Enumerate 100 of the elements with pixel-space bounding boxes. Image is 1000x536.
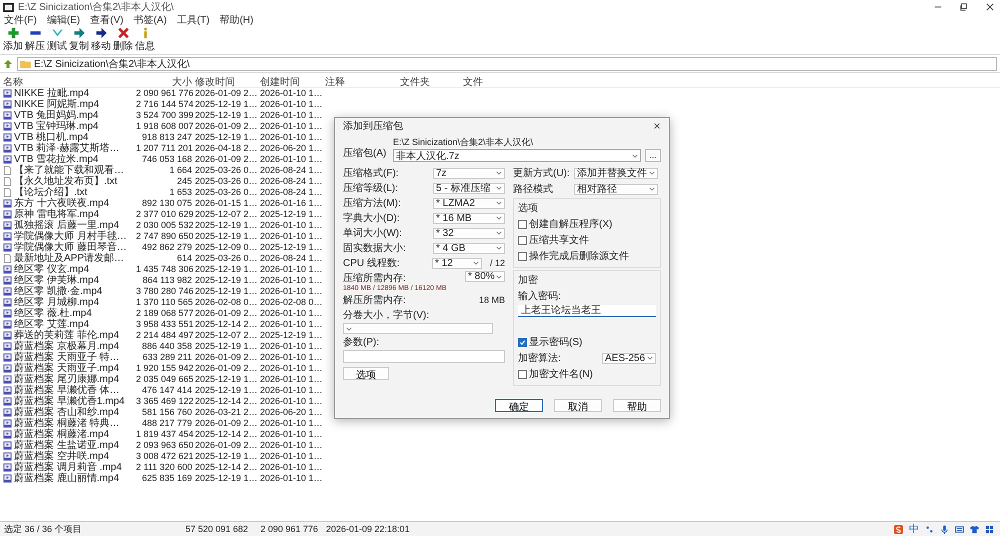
shirt-icon[interactable] (970, 524, 979, 534)
file-name[interactable]: 最新地址及APP请发邮… (3, 253, 133, 264)
up-folder-icon[interactable] (3, 58, 13, 68)
path-text: E:\Z Sinicization\合集2\非本人汉化\ (393, 136, 534, 149)
file-name[interactable]: 蔚蓝档案 杏山和纱.mp4 (3, 407, 133, 418)
dropdown[interactable]: * 32 (433, 228, 505, 238)
file-name[interactable]: 孤独摇滚 后藤一里.mp4 (3, 220, 133, 231)
file-name[interactable]: 绝区零 月城柳.mp4 (3, 297, 133, 308)
toolbar-button[interactable]: 解压 (24, 26, 46, 54)
file-name[interactable]: 蔚蓝档案 鹿山丽情.mp4 (3, 473, 133, 484)
menu-item[interactable]: 查看(V) (90, 13, 124, 27)
file-name[interactable]: VTB 宝钟玛琳.mp4 (3, 121, 133, 132)
field-label: 压缩方法(M): (343, 196, 402, 210)
toolbar-button[interactable]: 信息 (134, 26, 156, 54)
grid-icon[interactable] (985, 524, 994, 534)
input-method-icon[interactable] (894, 524, 903, 534)
column-header[interactable]: 大小 (136, 75, 192, 89)
file-name[interactable]: NIKKE 阿妮斯.mp4 (3, 99, 133, 110)
table-cell: 2026-01-10 1… (260, 429, 322, 440)
file-name[interactable]: 东方 十六夜咲夜.mp4 (3, 198, 133, 209)
file-name[interactable]: 蔚蓝档案 桐藤渚.mp4 (3, 429, 133, 440)
dropdown[interactable]: * 16 MB (433, 212, 505, 224)
file-name[interactable]: 蔚蓝档案 空井咲.mp4 (3, 451, 133, 462)
dropdown[interactable]: 添加并替换文件 (574, 168, 658, 178)
file-name[interactable]: 蔚蓝档案 早濑优香1.mp4 (3, 396, 133, 407)
file-name[interactable]: VTB 雪花拉米.mp4 (3, 154, 133, 165)
archive-name-field[interactable]: 非本人汉化.7z (393, 149, 641, 162)
file-name[interactable]: VTB 兔田妈妈.mp4 (3, 110, 133, 121)
file-name[interactable]: 绝区零 伊芙琳.mp4 (3, 275, 133, 286)
file-name[interactable]: VTB 莉泽·赫露艾斯塔… (3, 143, 133, 154)
browse-button[interactable]: ... (645, 149, 661, 162)
column-header[interactable]: 文件夹 (400, 75, 460, 89)
file-name[interactable]: 蔚蓝档案 生盐诺亚.mp4 (3, 440, 133, 451)
column-header[interactable]: 名称 (3, 75, 133, 89)
column-header[interactable]: 注释 (325, 75, 397, 89)
column-header[interactable]: 文件 (463, 75, 523, 89)
file-name[interactable]: VTB 桃口机.mp4 (3, 132, 133, 143)
column-header[interactable]: 修改时间 (195, 75, 257, 89)
video-file-icon (3, 452, 12, 461)
file-name[interactable]: 蔚蓝档案 京极幕月.mp4 (3, 341, 133, 352)
menu-item[interactable]: 工具(T) (176, 13, 210, 27)
table-cell: 2025-12-07 2… (195, 330, 257, 341)
checkbox[interactable]: 压缩共享文件 (518, 233, 656, 247)
file-name[interactable]: 绝区零 艾莲.mp4 (3, 319, 133, 330)
checkbox[interactable]: 创建自解压程序(X) (518, 217, 656, 231)
dropdown[interactable]: 相对路径 (574, 184, 658, 194)
file-name[interactable]: 【论坛介绍】.txt (3, 187, 133, 198)
dropdown[interactable]: 5 - 标准压缩 (433, 182, 505, 194)
file-name[interactable]: 【来了就能下载和观看… (3, 165, 133, 176)
file-name[interactable]: 蔚蓝档案 桐藤渚 特典… (3, 418, 133, 429)
keyboard-icon[interactable] (955, 524, 964, 534)
close-icon[interactable] (653, 122, 661, 130)
file-name[interactable]: 葬送的芙莉莲 菲伦.mp4 (3, 330, 133, 341)
column-header[interactable]: 创建时间 (260, 75, 322, 89)
chevron-icon (496, 186, 502, 190)
dropdown[interactable]: AES-256 (602, 352, 656, 364)
dropdown[interactable]: 7z (433, 168, 505, 178)
toolbar-button[interactable]: 复制 (68, 26, 90, 54)
file-name[interactable]: 蔚蓝档案 早濑优香 体… (3, 385, 133, 396)
file-name[interactable]: 绝区零 仪玄.mp4 (3, 264, 133, 275)
checkbox[interactable]: 操作完成后删除源文件 (518, 249, 656, 263)
dropdown[interactable]: * 4 GB (433, 242, 505, 254)
file-name[interactable]: 原神 雷电将军.mp4 (3, 209, 133, 220)
menu-item[interactable]: 书签(A) (133, 13, 167, 27)
options-button[interactable]: 选项 (343, 367, 389, 380)
dialog-button[interactable]: 确定 (495, 399, 543, 412)
input-mode-text[interactable]: 中 (909, 522, 919, 536)
dialog-button[interactable]: 取消 (554, 399, 602, 412)
video-file-icon (3, 298, 12, 307)
menu-item[interactable]: 编辑(E) (46, 13, 80, 27)
checkbox[interactable]: 加密文件名(N) (518, 367, 656, 381)
dropdown[interactable]: * LZMA2 (433, 198, 505, 208)
file-name[interactable]: 绝区零 凯撒·金.mp4 (3, 286, 133, 297)
dropdown[interactable]: * 12 (432, 258, 482, 268)
parameters-field[interactable] (343, 350, 505, 363)
file-name[interactable]: 蔚蓝档案 调月莉音 .mp4 (3, 462, 133, 473)
toolbar-button[interactable]: 删除 (112, 26, 134, 54)
toolbar-button[interactable]: 添加 (2, 26, 24, 54)
file-name[interactable]: 学院偶像大师 月村手毬… (3, 231, 133, 242)
file-name[interactable]: NIKKE 拉毗.mp4 (3, 88, 133, 99)
table-cell: 2026-01-09 2… (195, 440, 257, 451)
menu-item[interactable]: 文件(F) (4, 13, 37, 27)
close-icon[interactable] (986, 3, 994, 11)
maximize-icon[interactable] (960, 3, 968, 11)
file-name[interactable]: 蔚蓝档案 尾刃康娜.mp4 (3, 374, 133, 385)
file-name[interactable]: 学院偶像大师 藤田琴音… (3, 242, 133, 253)
file-name[interactable]: 绝区零 薇.杜.mp4 (3, 308, 133, 319)
address-field[interactable]: E:\Z Sinicization\合集2\非本人汉化\ (17, 56, 997, 70)
dropdown[interactable]: * 80% (465, 271, 505, 282)
checkbox[interactable]: 显示密码(S) (518, 335, 656, 349)
file-name[interactable]: 【永久地址发布页】.txt (3, 176, 133, 187)
password-field[interactable]: 上老王论坛当老王 (518, 305, 656, 317)
toolbar-button[interactable]: 移动 (90, 26, 112, 54)
file-name[interactable]: 蔚蓝档案 天雨亚子 特… (3, 352, 133, 363)
toolbar-button[interactable]: 测试 (46, 26, 68, 54)
menu-item[interactable]: 帮助(H) (220, 13, 254, 27)
file-name[interactable]: 蔚蓝档案 天雨亚子.mp4 (3, 363, 133, 374)
microphone-icon[interactable] (940, 524, 949, 534)
dialog-button[interactable]: 帮助 (613, 399, 661, 412)
table-cell: 2026-01-16 1… (260, 198, 322, 209)
